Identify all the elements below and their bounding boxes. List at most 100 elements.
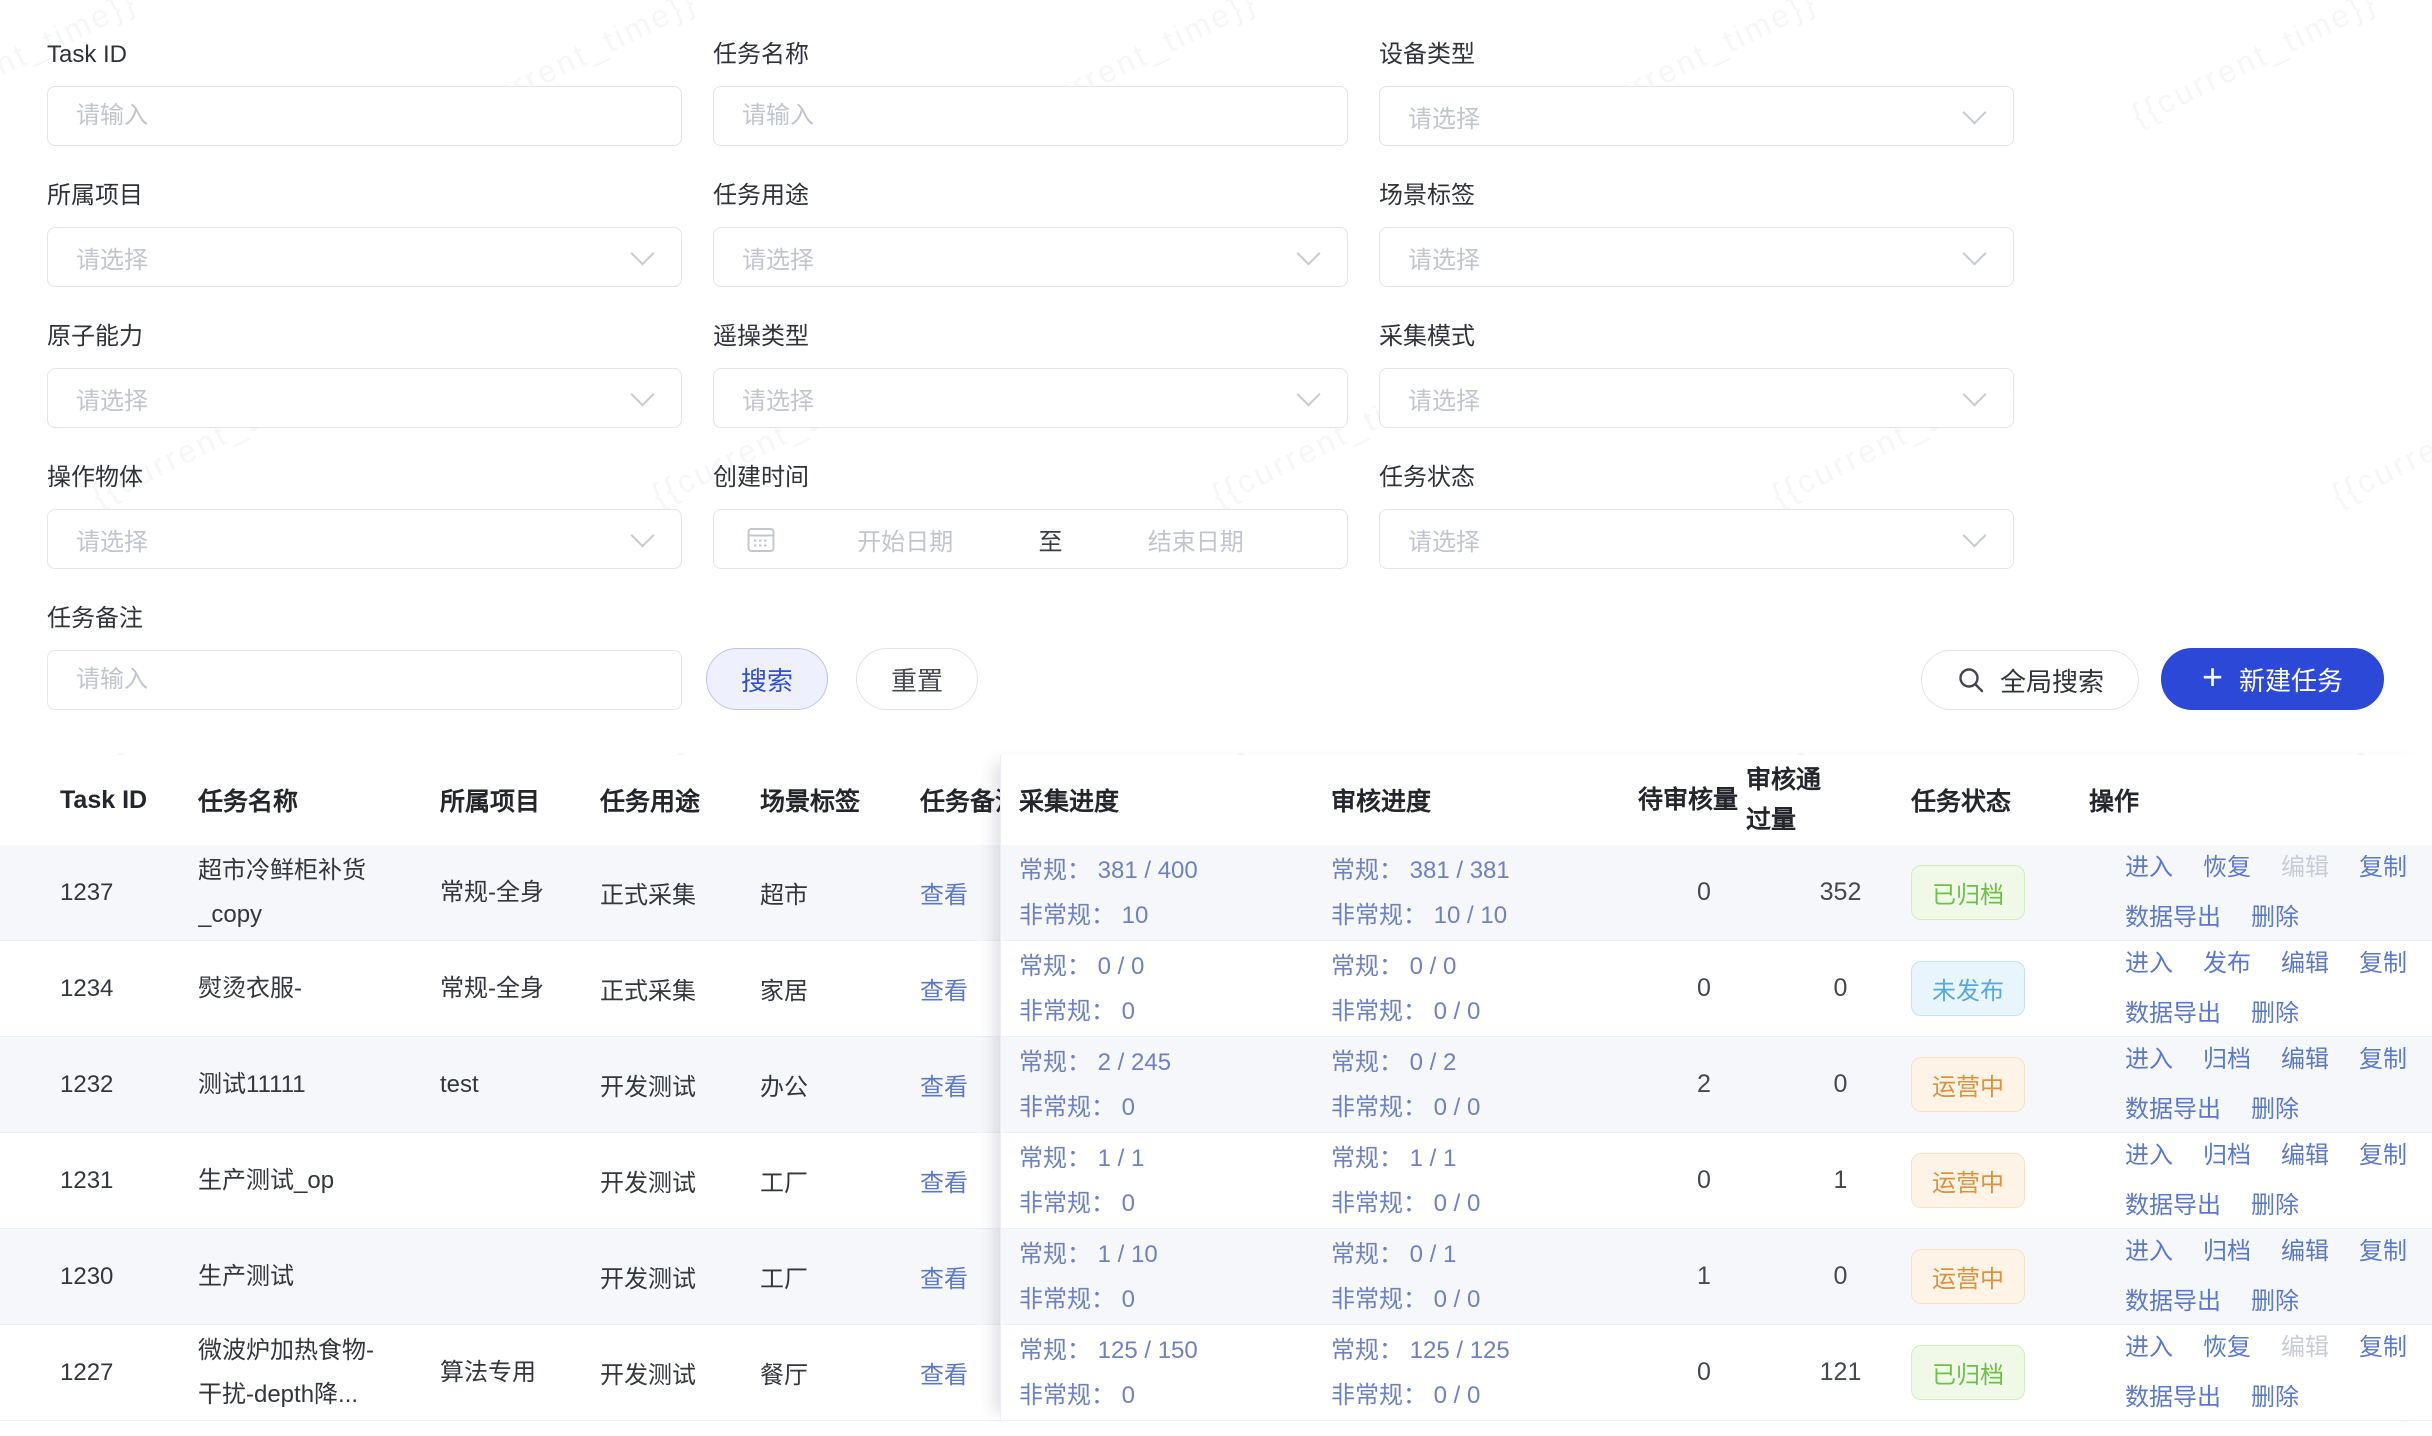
start-date-input[interactable]: 开始日期 bbox=[778, 522, 1033, 557]
action-copy[interactable]: 复制 bbox=[2359, 947, 2407, 981]
action-enter[interactable]: 进入 bbox=[2125, 1139, 2173, 1173]
scene-tag-select[interactable]: 请选择 bbox=[1379, 227, 2014, 287]
action-copy[interactable]: 复制 bbox=[2359, 851, 2407, 885]
task-id-input[interactable] bbox=[48, 87, 681, 145]
action-export[interactable]: 数据导出 bbox=[2125, 997, 2221, 1031]
action-delete[interactable]: 删除 bbox=[2251, 1093, 2299, 1127]
action-copy[interactable]: 复制 bbox=[2359, 1331, 2407, 1365]
header-collect-progress: 采集进度 bbox=[1001, 755, 1331, 845]
action-enter[interactable]: 进入 bbox=[2125, 947, 2173, 981]
review-regular-link[interactable]: 常规： 381 / 381 bbox=[1331, 857, 1510, 884]
header-task-name: 任务名称 bbox=[198, 755, 440, 845]
action-archive[interactable]: 归档 bbox=[2203, 1139, 2251, 1173]
collect-regular-link[interactable]: 常规： 1 / 10 bbox=[1019, 1241, 1158, 1268]
action-restore[interactable]: 恢复 bbox=[2203, 851, 2251, 885]
action-edit[interactable]: 编辑 bbox=[2281, 1139, 2329, 1173]
table-row-right-1237: 常规： 381 / 400 非常规： 10 常规： 381 / 381 非常规：… bbox=[1001, 845, 2432, 941]
review-regular-link[interactable]: 常规： 0 / 1 bbox=[1331, 1241, 1456, 1268]
action-delete[interactable]: 删除 bbox=[2251, 1381, 2299, 1415]
task-name-input[interactable] bbox=[714, 87, 1347, 145]
new-task-button[interactable]: + 新建任务 bbox=[2161, 648, 2384, 710]
view-remark-link[interactable]: 查看 bbox=[920, 1355, 968, 1390]
review-regular-link[interactable]: 常规： 1 / 1 bbox=[1331, 1145, 1456, 1172]
action-edit[interactable]: 编辑 bbox=[2281, 947, 2329, 981]
action-delete[interactable]: 删除 bbox=[2251, 901, 2299, 935]
chevron-down-icon bbox=[1962, 523, 1986, 547]
review-irregular-link[interactable]: 非常规： 0 / 0 bbox=[1331, 1094, 1480, 1121]
project-cell: 常规-全身 bbox=[440, 845, 600, 940]
collect-irregular-link[interactable]: 非常规： 0 bbox=[1019, 998, 1135, 1025]
end-date-input[interactable]: 结束日期 bbox=[1069, 522, 1324, 557]
plus-icon: + bbox=[2202, 659, 2223, 695]
global-search-button[interactable]: 全局搜索 bbox=[1921, 650, 2139, 710]
collect-regular-link[interactable]: 常规： 1 / 1 bbox=[1019, 1145, 1144, 1172]
project-select[interactable]: 请选择 bbox=[47, 227, 682, 287]
filter-field-task-remark: 任务备注 bbox=[47, 602, 682, 710]
review-regular-link[interactable]: 常规： 0 / 2 bbox=[1331, 1049, 1456, 1076]
review-irregular-link[interactable]: 非常规： 10 / 10 bbox=[1331, 902, 1507, 929]
operate-object-select[interactable]: 请选择 bbox=[47, 509, 682, 569]
collect-irregular-link[interactable]: 非常规： 0 bbox=[1019, 1094, 1135, 1121]
header-remark: 任务备注 bbox=[920, 755, 1000, 845]
create-time-range-picker[interactable]: 开始日期 至 结束日期 bbox=[713, 509, 1348, 569]
collect-regular-link[interactable]: 常规： 0 / 0 bbox=[1019, 953, 1144, 980]
action-copy[interactable]: 复制 bbox=[2359, 1235, 2407, 1269]
review-irregular-link[interactable]: 非常规： 0 / 0 bbox=[1331, 1190, 1480, 1217]
status-cell: 已归档 bbox=[1911, 1325, 2089, 1420]
action-export[interactable]: 数据导出 bbox=[2125, 1093, 2221, 1127]
action-export[interactable]: 数据导出 bbox=[2125, 901, 2221, 935]
action-publish[interactable]: 发布 bbox=[2203, 947, 2251, 981]
action-enter[interactable]: 进入 bbox=[2125, 1235, 2173, 1269]
action-archive[interactable]: 归档 bbox=[2203, 1043, 2251, 1077]
view-remark-link[interactable]: 查看 bbox=[920, 1163, 968, 1198]
task-remark-input[interactable] bbox=[48, 651, 681, 709]
action-edit[interactable]: 编辑 bbox=[2281, 1043, 2329, 1077]
collect-irregular-link[interactable]: 非常规： 0 bbox=[1019, 1382, 1135, 1409]
view-remark-link[interactable]: 查看 bbox=[920, 1067, 968, 1102]
action-edit[interactable]: 编辑 bbox=[2281, 1235, 2329, 1269]
collect-mode-select[interactable]: 请选择 bbox=[1379, 368, 2014, 428]
action-export[interactable]: 数据导出 bbox=[2125, 1285, 2221, 1319]
search-button[interactable]: 搜索 bbox=[706, 648, 828, 710]
review-irregular-link[interactable]: 非常规： 0 / 0 bbox=[1331, 1382, 1480, 1409]
collect-irregular-link[interactable]: 非常规： 0 bbox=[1019, 1286, 1135, 1313]
action-restore[interactable]: 恢复 bbox=[2203, 1331, 2251, 1365]
filter-field-task-id: Task ID bbox=[47, 38, 682, 146]
atomic-ability-select[interactable]: 请选择 bbox=[47, 368, 682, 428]
task-status-select[interactable]: 请选择 bbox=[1379, 509, 2014, 569]
task-table: 采集进度 审核进度 待审核量 审核通过量 任务状态 操作 常规： 381 / 4… bbox=[0, 755, 2432, 1421]
review-irregular-link[interactable]: 非常规： 0 / 0 bbox=[1331, 998, 1480, 1025]
action-delete[interactable]: 删除 bbox=[2251, 1189, 2299, 1223]
collect-regular-link[interactable]: 常规： 125 / 150 bbox=[1019, 1337, 1198, 1364]
action-delete[interactable]: 删除 bbox=[2251, 997, 2299, 1031]
action-edit[interactable]: 编辑 bbox=[2281, 851, 2329, 885]
action-enter[interactable]: 进入 bbox=[2125, 851, 2173, 885]
action-delete[interactable]: 删除 bbox=[2251, 1285, 2299, 1319]
action-edit[interactable]: 编辑 bbox=[2281, 1331, 2329, 1365]
device-type-select[interactable]: 请选择 bbox=[1379, 86, 2014, 146]
action-archive[interactable]: 归档 bbox=[2203, 1235, 2251, 1269]
review-progress-cell: 常规： 0 / 2 非常规： 0 / 0 bbox=[1331, 1037, 1638, 1132]
action-copy[interactable]: 复制 bbox=[2359, 1043, 2407, 1077]
action-export[interactable]: 数据导出 bbox=[2125, 1189, 2221, 1223]
view-remark-link[interactable]: 查看 bbox=[920, 971, 968, 1006]
teleop-type-select[interactable]: 请选择 bbox=[713, 368, 1348, 428]
new-task-label: 新建任务 bbox=[2239, 661, 2343, 698]
reset-button[interactable]: 重置 bbox=[856, 648, 978, 710]
collect-irregular-link[interactable]: 非常规： 0 bbox=[1019, 1190, 1135, 1217]
purpose-select[interactable]: 请选择 bbox=[713, 227, 1348, 287]
review-regular-link[interactable]: 常规： 0 / 0 bbox=[1331, 953, 1456, 980]
view-remark-link[interactable]: 查看 bbox=[920, 875, 968, 910]
view-remark-link[interactable]: 查看 bbox=[920, 1259, 968, 1294]
action-enter[interactable]: 进入 bbox=[2125, 1331, 2173, 1365]
collect-irregular-link[interactable]: 非常规： 10 bbox=[1019, 902, 1148, 929]
review-regular-link[interactable]: 常规： 125 / 125 bbox=[1331, 1337, 1510, 1364]
table-row-left-1227: 1227 微波炉加热食物-干扰-depth降... 算法专用 开发测试 餐厅 查… bbox=[0, 1325, 1000, 1421]
action-export[interactable]: 数据导出 bbox=[2125, 1381, 2221, 1415]
status-cell: 未发布 bbox=[1911, 941, 2089, 1036]
review-irregular-link[interactable]: 非常规： 0 / 0 bbox=[1331, 1286, 1480, 1313]
collect-regular-link[interactable]: 常规： 381 / 400 bbox=[1019, 857, 1198, 884]
collect-regular-link[interactable]: 常规： 2 / 245 bbox=[1019, 1049, 1171, 1076]
action-enter[interactable]: 进入 bbox=[2125, 1043, 2173, 1077]
action-copy[interactable]: 复制 bbox=[2359, 1139, 2407, 1173]
